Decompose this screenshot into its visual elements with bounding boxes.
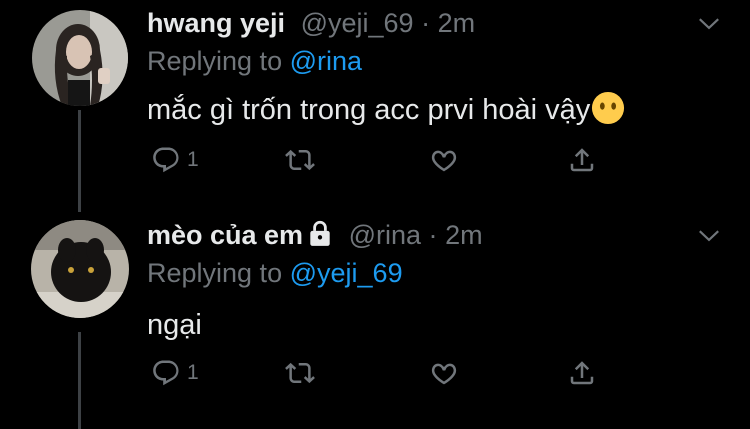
reply-icon bbox=[151, 358, 181, 388]
avatar[interactable] bbox=[31, 220, 129, 318]
tweet-text: mắc gì trốn trong acc prvi hoài vậy bbox=[147, 90, 625, 130]
tweet[interactable]: hwang yeji @yeji_69 · 2m Replying to @ri… bbox=[0, 0, 750, 212]
avatar[interactable] bbox=[32, 10, 128, 106]
reply-count: 1 bbox=[187, 361, 199, 384]
tweet[interactable]: mèo của em @rina · 2m Replying to @yeji_… bbox=[0, 212, 750, 429]
separator-dot: · bbox=[421, 8, 431, 38]
handle[interactable]: @yeji_69 bbox=[301, 8, 414, 38]
display-name[interactable]: mèo của em bbox=[147, 220, 303, 250]
replying-prefix: Replying to bbox=[147, 46, 283, 76]
action-bar: 1 bbox=[147, 355, 607, 391]
display-name[interactable]: hwang yeji bbox=[147, 8, 285, 38]
reply-icon bbox=[151, 145, 181, 175]
mention-link[interactable]: @yeji_69 bbox=[290, 258, 403, 288]
thread-line bbox=[78, 110, 81, 212]
handle[interactable]: @rina bbox=[349, 220, 421, 250]
replying-to: Replying to @rina bbox=[147, 42, 362, 80]
share-button[interactable] bbox=[567, 355, 597, 391]
reply-count: 1 bbox=[187, 148, 199, 171]
reply-button[interactable]: 1 bbox=[151, 142, 199, 178]
separator-dot: · bbox=[428, 220, 438, 250]
tweet-header: mèo của em @rina · 2m bbox=[147, 216, 483, 254]
like-button[interactable] bbox=[429, 355, 459, 391]
retweet-icon bbox=[285, 145, 315, 175]
timestamp[interactable]: 2m bbox=[438, 8, 476, 38]
like-button[interactable] bbox=[429, 142, 459, 178]
chevron-down-icon[interactable] bbox=[696, 10, 722, 36]
tweet-text: ngại bbox=[147, 309, 202, 341]
share-button[interactable] bbox=[567, 142, 597, 178]
reply-button[interactable]: 1 bbox=[151, 355, 199, 391]
lock-icon bbox=[310, 220, 330, 246]
action-bar: 1 bbox=[147, 142, 607, 178]
retweet-button[interactable] bbox=[285, 355, 315, 391]
share-icon bbox=[567, 358, 597, 388]
retweet-button[interactable] bbox=[285, 142, 315, 178]
heart-icon bbox=[429, 145, 459, 175]
share-icon bbox=[567, 145, 597, 175]
avatar-photo bbox=[32, 10, 128, 106]
timestamp[interactable]: 2m bbox=[445, 220, 483, 250]
no-mouth-face-emoji bbox=[592, 91, 625, 125]
tweet-header: hwang yeji @yeji_69 · 2m bbox=[147, 4, 475, 42]
mention-link[interactable]: @rina bbox=[290, 46, 362, 76]
retweet-icon bbox=[285, 358, 315, 388]
heart-icon bbox=[429, 358, 459, 388]
tweet-text-content: mắc gì trốn trong acc prvi hoài vậy bbox=[147, 94, 591, 126]
avatar-photo bbox=[31, 220, 129, 318]
replying-prefix: Replying to bbox=[147, 258, 283, 288]
chevron-down-icon[interactable] bbox=[696, 222, 722, 248]
thread-line bbox=[78, 332, 81, 429]
replying-to: Replying to @yeji_69 bbox=[147, 254, 403, 292]
